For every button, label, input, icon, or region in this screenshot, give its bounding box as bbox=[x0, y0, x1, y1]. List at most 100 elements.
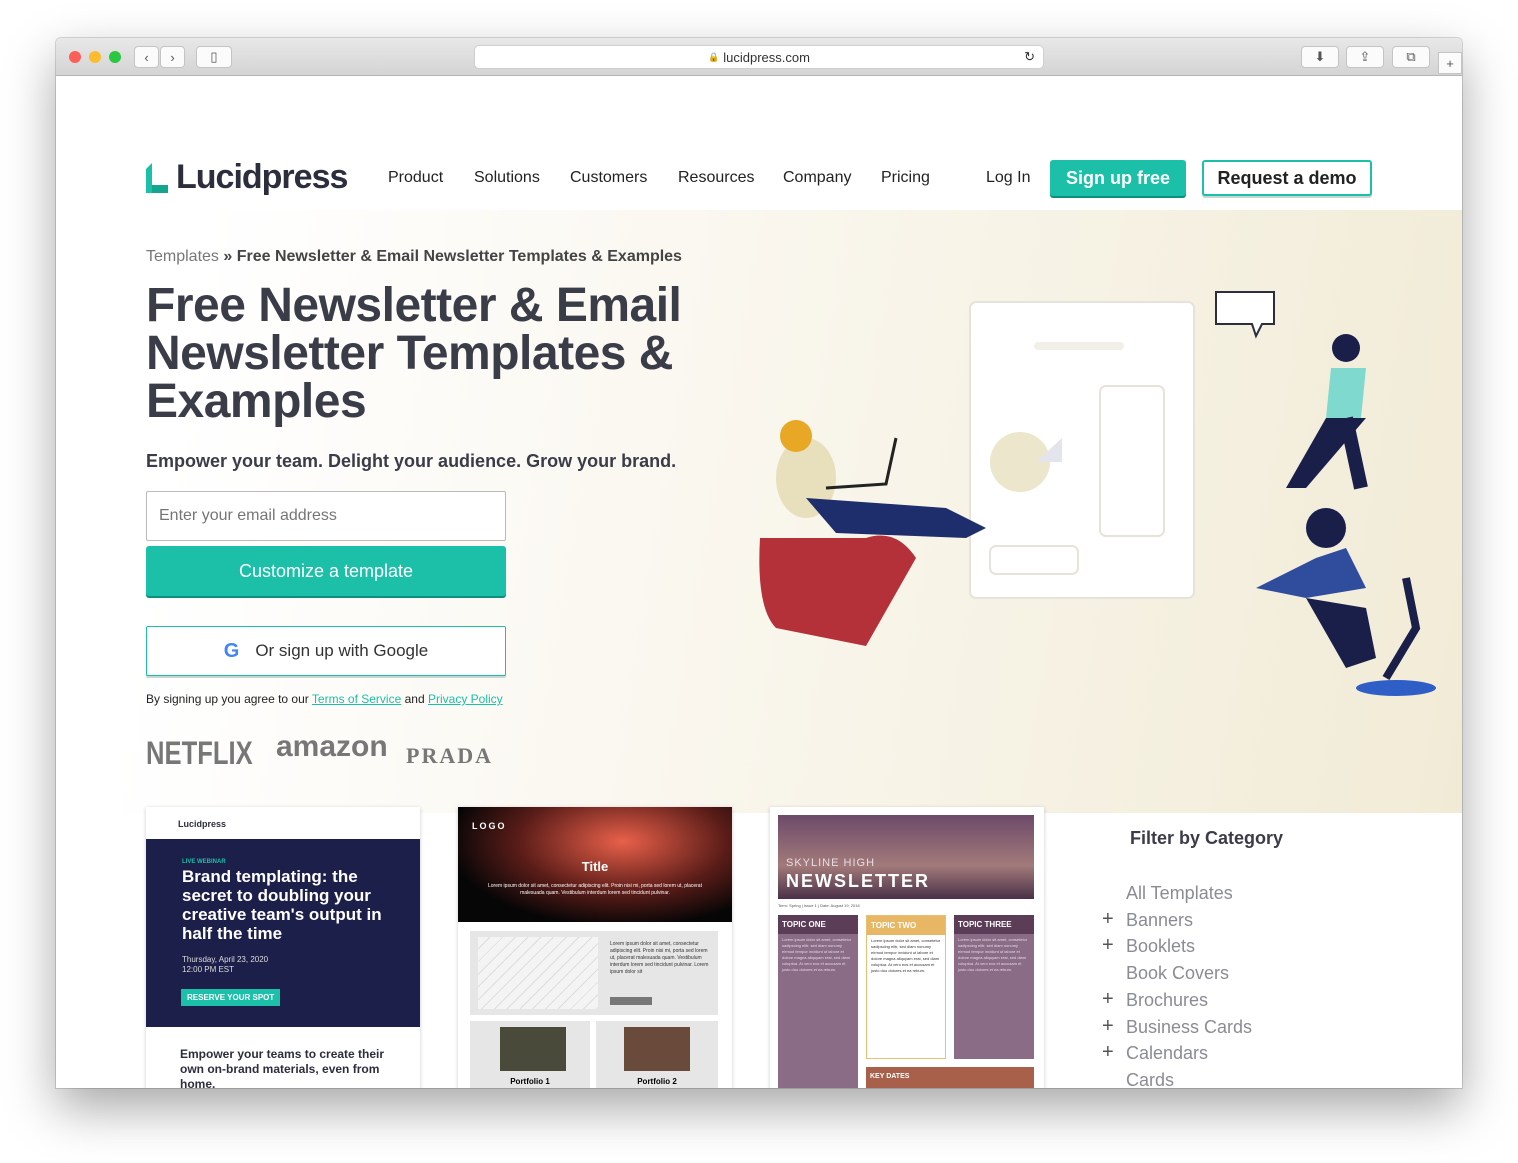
filter-item-label: All Templates bbox=[1126, 883, 1233, 903]
filter-item-label: Book Covers bbox=[1126, 963, 1230, 984]
template-card-newsletter[interactable]: SKYLINE HIGH NEWSLETTER Term: Spring | I… bbox=[770, 807, 1044, 1088]
filter-item-label: Brochures bbox=[1126, 989, 1209, 1010]
webinar-time: 12:00 PM EST bbox=[182, 965, 235, 974]
nav-customers[interactable]: Customers bbox=[570, 169, 647, 187]
customize-template-button[interactable]: Customize a template bbox=[146, 546, 506, 596]
zoom-window-button[interactable] bbox=[109, 51, 121, 63]
template-card-webinar[interactable]: Lucidpress LIVE WEBINAR Brand templating… bbox=[146, 807, 420, 1088]
filter-item[interactable]: Cards bbox=[1126, 1070, 1174, 1088]
filter-item[interactable]: + Booklets bbox=[1102, 934, 1196, 957]
tabs-icon[interactable]: ⧉ bbox=[1392, 46, 1430, 68]
filter-item[interactable]: + Business Cards bbox=[1102, 1015, 1253, 1038]
topic-one-text: Lorem ipsum dolor sit amet, consetetur s… bbox=[782, 937, 852, 972]
forward-icon[interactable]: › bbox=[160, 46, 185, 68]
lucidpress-logo[interactable]: Lucidpress bbox=[146, 158, 348, 197]
breadcrumb-current: Free Newsletter & Email Newsletter Templ… bbox=[236, 248, 682, 265]
filter-item-label: Calendars bbox=[1126, 1043, 1209, 1064]
prada-logo: PRADA bbox=[406, 743, 493, 768]
portfolio-2: Portfolio 2 bbox=[596, 1021, 718, 1088]
url-text: lucidpress.com bbox=[723, 49, 810, 65]
new-tab-icon[interactable]: + bbox=[1438, 52, 1462, 74]
netflix-logo: NETFLIX bbox=[146, 735, 253, 771]
laptop-banner: LOGO Title Lorem ipsum dolor sit amet, c… bbox=[458, 807, 732, 922]
terms-link[interactable]: Terms of Service bbox=[312, 692, 401, 706]
logo-mark-icon bbox=[146, 162, 168, 193]
filter-item-label: Cards bbox=[1126, 1069, 1175, 1088]
browser-window: ‹ › ▯ 🔒 lucidpress.com ↻ ⬇ ⇪ ⧉ + Lucidpres… bbox=[56, 38, 1462, 1088]
hero-illustration bbox=[759, 291, 1436, 696]
request-demo-button[interactable]: Request a demo bbox=[1202, 160, 1372, 196]
close-window-button[interactable] bbox=[69, 51, 81, 63]
topic-two: TOPIC TWO Lorem ipsum dolor sit amet, co… bbox=[866, 915, 946, 1059]
nav-product[interactable]: Product bbox=[388, 169, 443, 187]
google-signup-label: Or sign up with Google bbox=[255, 641, 429, 660]
newsletter-title: NEWSLETTER bbox=[786, 871, 930, 891]
topic-two-heading: TOPIC TWO bbox=[867, 916, 945, 935]
card-brand: Lucidpress bbox=[178, 819, 227, 829]
nav-solutions[interactable]: Solutions bbox=[474, 169, 540, 187]
signup-button[interactable]: Sign up free bbox=[1050, 160, 1186, 196]
expand-plus-icon[interactable]: + bbox=[1102, 988, 1114, 1011]
filter-item[interactable]: Book Covers bbox=[1126, 963, 1229, 984]
filter-item[interactable]: All Templates bbox=[1126, 883, 1233, 904]
portfolio-2-label: Portfolio 2 bbox=[637, 1077, 677, 1086]
webinar-tag: LIVE WEBINAR bbox=[182, 859, 226, 865]
filter-item-label: Banners bbox=[1126, 909, 1194, 930]
newsletter-meta: Term: Spring | Issue 1 | Date: August 19… bbox=[778, 903, 860, 908]
minimize-window-button[interactable] bbox=[89, 51, 101, 63]
share-icon[interactable]: ⇪ bbox=[1346, 46, 1384, 68]
template-card-portfolio[interactable]: LOGO Title Lorem ipsum dolor sit amet, c… bbox=[458, 807, 732, 1088]
portfolio-1-label: Portfolio 1 bbox=[510, 1077, 550, 1086]
breadcrumb-separator: » bbox=[223, 248, 233, 265]
address-bar[interactable]: 🔒 lucidpress.com ↻ bbox=[474, 45, 1044, 69]
school-name: SKYLINE HIGH bbox=[786, 857, 876, 869]
filter-item[interactable]: + Calendars bbox=[1102, 1041, 1209, 1064]
topic-three: TOPIC THREE Lorem ipsum dolor sit amet, … bbox=[954, 915, 1034, 1059]
expand-plus-icon[interactable]: + bbox=[1102, 1041, 1114, 1064]
filter-title: Filter by Category bbox=[1130, 828, 1284, 848]
expand-plus-icon[interactable]: + bbox=[1102, 1015, 1114, 1038]
lock-icon: 🔒 bbox=[708, 51, 720, 62]
download-icon[interactable]: ⬇ bbox=[1301, 46, 1339, 68]
hero-section: Templates » Free Newsletter & Email News… bbox=[56, 210, 1462, 813]
nav-login[interactable]: Log In bbox=[986, 169, 1030, 187]
nav-company[interactable]: Company bbox=[783, 169, 851, 187]
topic-three-text: Lorem ipsum dolor sit amet, consetetur s… bbox=[958, 937, 1028, 972]
browser-toolbar: ‹ › ▯ 🔒 lucidpress.com ↻ ⬇ ⇪ ⧉ + bbox=[56, 38, 1462, 76]
nav-resources[interactable]: Resources bbox=[678, 169, 754, 187]
site-header: Lucidpress Product Solutions Customers R… bbox=[56, 114, 1462, 210]
webinar-body: Empower your teams to create their own o… bbox=[180, 1047, 385, 1088]
filter-item[interactable]: + Brochures bbox=[1102, 988, 1209, 1011]
email-input[interactable] bbox=[146, 491, 506, 541]
card-title: Title bbox=[581, 859, 609, 874]
breadcrumb-templates[interactable]: Templates bbox=[146, 248, 219, 265]
tagline: Empower your team. Delight your audience… bbox=[146, 451, 677, 471]
portfolio-1: Portfolio 1 bbox=[470, 1021, 590, 1088]
terms-and: and bbox=[404, 692, 425, 706]
google-icon: G bbox=[223, 639, 240, 662]
topic-one-heading: TOPIC ONE bbox=[778, 915, 858, 934]
google-signup-button[interactable]: G Or sign up with Google bbox=[146, 626, 506, 676]
filter-item-label: Booklets bbox=[1126, 936, 1196, 957]
expand-plus-icon[interactable]: + bbox=[1102, 934, 1114, 957]
webinar-date: Thursday, April 23, 2020 bbox=[182, 955, 269, 964]
logo-text: Lucidpress bbox=[176, 158, 348, 196]
filter-item-label: Business Cards bbox=[1126, 1016, 1253, 1037]
topic-two-text: Lorem ipsum dolor sit amet, consetetur s… bbox=[871, 938, 941, 973]
amazon-logo: amazon bbox=[276, 730, 388, 763]
topic-three-heading: TOPIC THREE bbox=[954, 915, 1034, 934]
reserve-spot-button: RESERVE YOUR SPOT bbox=[181, 989, 281, 1006]
expand-plus-icon[interactable]: + bbox=[1102, 908, 1114, 931]
wireframe-text: Lorem ipsum dolor sit amet, consectetur … bbox=[610, 941, 709, 975]
back-icon[interactable]: ‹ bbox=[134, 46, 159, 68]
reload-icon[interactable]: ↻ bbox=[1024, 49, 1035, 65]
filter-item[interactable]: + Banners bbox=[1102, 908, 1194, 931]
privacy-link[interactable]: Privacy Policy bbox=[428, 692, 503, 706]
newsletter-banner: SKYLINE HIGH NEWSLETTER bbox=[778, 815, 1034, 899]
breadcrumb: Templates » Free Newsletter & Email News… bbox=[146, 248, 682, 266]
nav-pricing[interactable]: Pricing bbox=[881, 169, 930, 187]
card-lorem: Lorem ipsum dolor sit amet, consectetur … bbox=[488, 883, 702, 896]
webinar-title: Brand templating: the secret to doubling… bbox=[182, 867, 382, 943]
sidebar-icon[interactable]: ▯ bbox=[196, 46, 232, 68]
key-dates: KEY DATES bbox=[866, 1067, 1034, 1088]
